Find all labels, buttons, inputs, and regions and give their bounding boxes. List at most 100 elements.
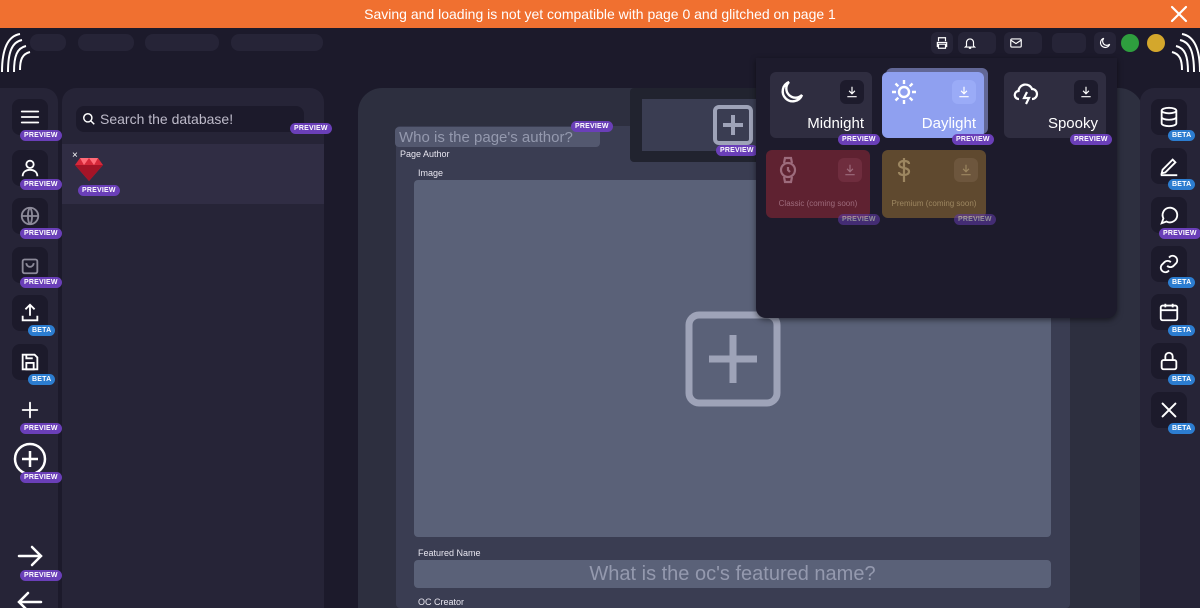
theme-picker: Midnight PREVIEW Daylight PREVIEW Spooky…	[756, 58, 1117, 318]
theme-name: Classic (coming soon)	[778, 199, 858, 208]
download-theme-button[interactable]	[952, 80, 976, 104]
arrow-left-icon	[17, 591, 43, 608]
add-tab-button[interactable]	[712, 104, 754, 146]
fingerprint-icon	[1171, 33, 1200, 73]
preview-badge: PREVIEW	[20, 472, 62, 483]
preview-badge: PREVIEW	[954, 214, 996, 225]
top-bar	[0, 28, 1200, 58]
theme-card-spooky[interactable]: Spooky PREVIEW	[1004, 72, 1112, 145]
preview-badge: PREVIEW	[1070, 134, 1112, 145]
beta-badge: BETA	[1168, 179, 1196, 190]
beta-badge: BETA	[28, 374, 56, 385]
preview-badge: PREVIEW	[290, 123, 332, 134]
search-icon	[83, 113, 95, 125]
preview-badge: PREVIEW	[1159, 228, 1200, 239]
page-author-input[interactable]	[395, 127, 600, 147]
preview-badge: PREVIEW	[838, 134, 880, 145]
nav-pill[interactable]	[78, 34, 134, 51]
preview-badge: PREVIEW	[20, 570, 62, 581]
list-item[interactable]: × PREVIEW	[62, 144, 324, 204]
beta-badge: BETA	[1168, 374, 1196, 385]
ruby-gem-icon	[75, 158, 103, 181]
page-author-label: Page Author	[400, 149, 450, 159]
calendar-icon	[1159, 303, 1179, 322]
download-icon	[961, 164, 971, 176]
announcement-banner: Saving and loading is not yet compatible…	[0, 0, 1200, 28]
beta-badge: BETA	[1168, 130, 1196, 141]
download-theme-button[interactable]	[1074, 80, 1098, 104]
nav-pill[interactable]	[231, 34, 323, 51]
upload-icon	[21, 303, 39, 322]
search-input[interactable]	[76, 106, 304, 132]
watch-icon	[779, 156, 797, 184]
featured-name-label: Featured Name	[418, 548, 481, 558]
chat-bubble-icon	[1160, 206, 1179, 225]
printer-icon[interactable]	[931, 32, 953, 54]
beta-badge: BETA	[1168, 325, 1196, 336]
preview-badge: PREVIEW	[571, 121, 613, 132]
download-theme-button	[954, 158, 978, 182]
preview-badge: PREVIEW	[838, 214, 880, 225]
beta-badge: BETA	[1168, 423, 1196, 434]
theme-card-premium: Premium (coming soon) PREVIEW	[882, 150, 996, 225]
beta-badge: BETA	[28, 325, 56, 336]
featured-name-input[interactable]	[414, 560, 1051, 588]
arrow-right-icon	[17, 545, 43, 567]
preview-badge: PREVIEW	[20, 130, 62, 141]
sun-icon	[892, 80, 916, 104]
oc-creator-label: OC Creator	[418, 597, 465, 607]
status-dot-yellow[interactable]	[1147, 34, 1165, 52]
menu-icon	[20, 110, 40, 124]
status-dot-green[interactable]	[1121, 34, 1139, 52]
theme-name: Daylight	[921, 115, 976, 132]
cloud-lightning-icon	[1013, 83, 1039, 105]
globe-icon	[20, 206, 40, 226]
preview-badge: PREVIEW	[20, 277, 62, 288]
theme-name: Spooky	[1047, 115, 1098, 132]
dollar-icon	[897, 158, 911, 182]
download-icon	[847, 86, 857, 98]
preview-badge: PREVIEW	[20, 228, 62, 239]
download-icon	[845, 164, 855, 176]
moon-icon[interactable]	[1094, 32, 1116, 54]
add-image-icon[interactable]	[685, 311, 781, 407]
nav-pill[interactable]	[145, 34, 219, 51]
download-icon	[1081, 86, 1091, 98]
theme-card-midnight[interactable]: Midnight PREVIEW	[770, 72, 880, 145]
preview-badge: PREVIEW	[952, 134, 994, 145]
theme-card-classic: Classic (coming soon) PREVIEW	[766, 150, 880, 225]
banner-message: Saving and loading is not yet compatible…	[364, 6, 836, 22]
download-icon	[959, 86, 969, 98]
moon-icon	[781, 80, 804, 103]
preview-badge: PREVIEW	[20, 423, 62, 434]
fingerprint-icon	[1, 33, 31, 73]
database-panel: PREVIEW × PREVIEW	[62, 88, 332, 608]
database-search: PREVIEW	[76, 106, 368, 134]
theme-name: Premium (coming soon)	[891, 199, 977, 208]
download-theme-button[interactable]	[840, 80, 864, 104]
plus-icon	[21, 401, 39, 419]
previous-page-button[interactable]	[12, 588, 48, 608]
pencil-icon	[1160, 158, 1178, 177]
database-icon	[1160, 106, 1178, 128]
link-icon	[1159, 254, 1179, 274]
lock-icon	[1160, 351, 1178, 371]
image-label: Image	[418, 168, 444, 178]
theme-card-daylight[interactable]: Daylight PREVIEW	[882, 72, 994, 145]
close-icon[interactable]	[1168, 3, 1190, 25]
mail-icon[interactable]	[1004, 32, 1042, 54]
preview-badge: PREVIEW	[78, 185, 120, 196]
nav-pill[interactable]	[1052, 33, 1086, 53]
preview-badge: PREVIEW	[716, 145, 758, 156]
bell-icon[interactable]	[958, 32, 996, 54]
preview-badge: PREVIEW	[20, 179, 62, 190]
beta-badge: BETA	[1168, 277, 1196, 288]
download-theme-button	[838, 158, 862, 182]
next-page-button[interactable]	[12, 538, 48, 574]
plus-circle-icon	[13, 442, 47, 476]
shopping-bag-icon	[21, 258, 39, 275]
nav-pill[interactable]	[30, 34, 66, 51]
theme-name: Midnight	[807, 115, 864, 132]
user-icon	[21, 159, 39, 177]
save-icon	[21, 353, 39, 371]
